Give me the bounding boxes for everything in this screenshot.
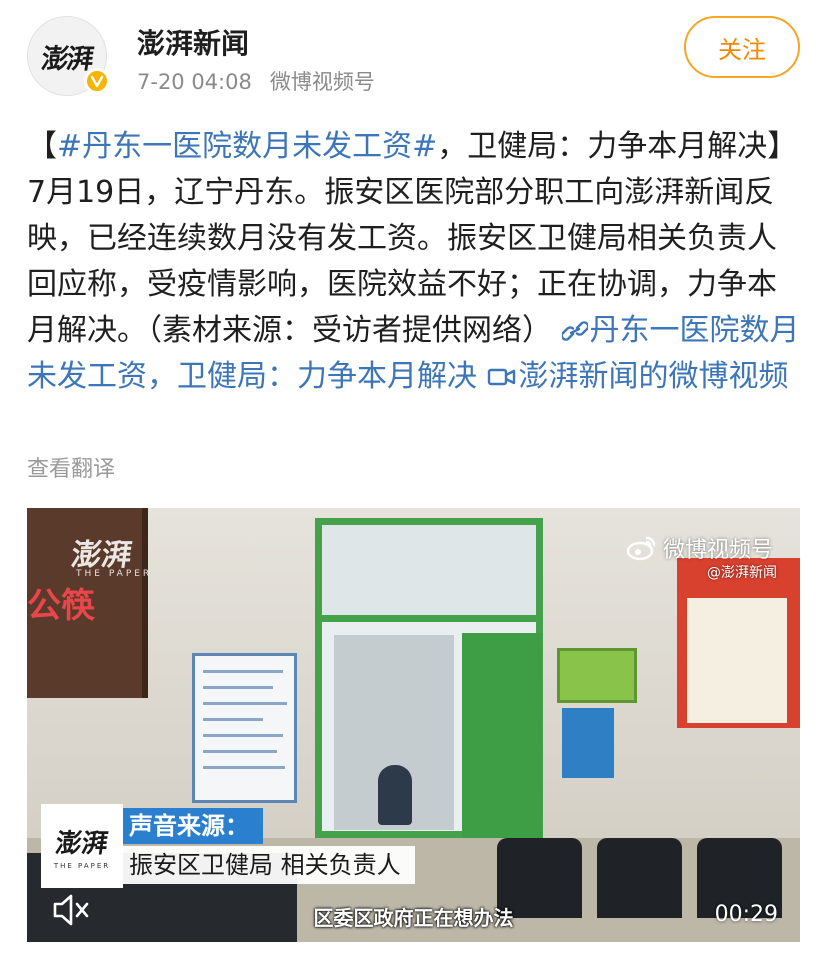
lower-third-subtitle: 振安区卫健局 相关负责人 <box>123 846 415 884</box>
notice-line <box>203 766 285 769</box>
video-red-poster <box>677 558 800 728</box>
video-person <box>378 765 412 825</box>
video-brand-text: 微博视频号 <box>663 538 774 563</box>
video-door <box>315 518 543 838</box>
account-name[interactable]: 澎湃新闻 <box>137 22 249 62</box>
video-open-door-panel <box>462 633 542 838</box>
notice-line <box>203 702 287 705</box>
weibo-post: 澎湃 澎湃新闻 7-20 04:08 微博视频号 关注 【#丹东一医院数月未发工资… <box>0 0 828 956</box>
video-player[interactable]: 公筷 澎湃 THE PAPER 微博视频号 @澎湃新闻 澎湃 THE PAPER… <box>27 508 800 942</box>
avatar-logo: 澎湃 <box>39 43 94 75</box>
lower-third-logo-sub: THE PAPER <box>53 861 111 870</box>
post-source[interactable]: 微博视频号 <box>270 70 375 94</box>
verified-badge-icon <box>84 68 110 94</box>
translate-link[interactable]: 查看翻译 <box>27 451 115 483</box>
video-handle: @澎湃新闻 <box>707 565 777 581</box>
video-blue-poster <box>562 708 614 778</box>
lower-third-logo-text: 澎湃 <box>53 828 110 859</box>
video-poster-text-area <box>687 598 787 723</box>
lower-third-title: 声音来源： <box>123 808 263 844</box>
post-timestamp: 7-20 04:08 <box>137 70 252 94</box>
video-screen-text: 公筷 <box>27 586 95 626</box>
video-watermark-sub: THE PAPER <box>76 569 153 579</box>
link-icon <box>560 321 589 341</box>
notice-line <box>203 750 277 753</box>
video-watermark-logo: 澎湃 <box>69 538 134 573</box>
notice-line <box>203 686 273 689</box>
notice-line <box>203 734 283 737</box>
video-green-sign <box>557 648 637 703</box>
weibo-logo-icon <box>627 536 656 561</box>
notice-line <box>203 670 283 673</box>
video-camera-icon <box>487 368 515 386</box>
video-caption: 区委区政府正在想办法 <box>313 906 514 930</box>
post-body: 【#丹东一医院数月未发工资#，卫健局：力争本月解决】7月19日，辽宁丹东。振安区… <box>27 124 803 400</box>
follow-button[interactable]: 关注 <box>684 16 800 78</box>
video-notice-board <box>192 653 297 803</box>
notice-line <box>203 718 263 721</box>
lower-third-logo: 澎湃 THE PAPER <box>41 804 123 888</box>
headline-rest: ，卫健局：力争本月解决】 <box>437 129 798 164</box>
video-link[interactable]: 澎湃新闻的微博视频 <box>487 359 789 394</box>
video-link-text: 澎湃新闻的微博视频 <box>518 359 789 394</box>
hashtag-link[interactable]: #丹东一医院数月未发工资# <box>57 129 437 164</box>
video-duration: 00:29 <box>714 902 778 927</box>
post-meta: 7-20 04:08 微博视频号 <box>137 66 375 96</box>
headline-open-bracket: 【 <box>27 129 57 164</box>
video-door-transom <box>322 525 536 622</box>
video-brand: 微博视频号 <box>627 532 773 564</box>
